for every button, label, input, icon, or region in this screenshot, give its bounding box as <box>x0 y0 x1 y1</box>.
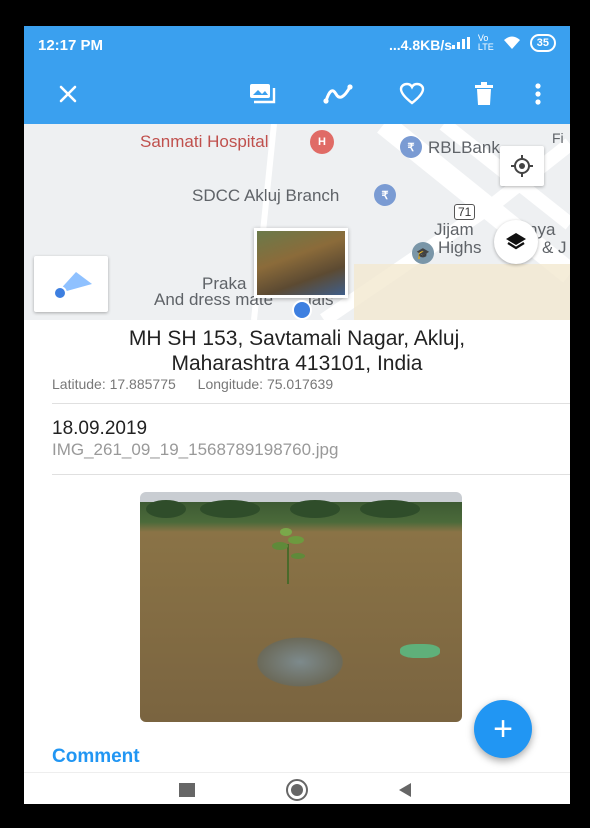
comment-link[interactable]: Comment <box>52 746 140 768</box>
map-label-school-3: Highs <box>438 238 482 257</box>
map-layers-button[interactable] <box>494 220 538 264</box>
divider <box>52 403 570 404</box>
map-label-poi-fi: Fi <box>552 130 564 146</box>
toolbar <box>24 64 570 124</box>
photo-marker-thumbnail[interactable] <box>254 228 348 298</box>
status-icons: Vo LTE 35 <box>451 33 556 52</box>
phone-screen: 12:17 PM ...4.8KB/s Vo LTE 35 Sanmati Ho… <box>24 26 570 804</box>
photo-tree <box>146 500 186 518</box>
delete-icon[interactable] <box>468 78 500 110</box>
map-view[interactable]: Sanmati Hospital H ₹ RBLBank SDCC Akluj … <box>24 124 570 320</box>
gallery-icon[interactable] <box>246 78 278 110</box>
target-icon <box>511 155 533 177</box>
photo-tree <box>200 500 260 518</box>
home-button[interactable] <box>282 779 312 801</box>
photo-tree <box>290 500 340 518</box>
compass-button[interactable] <box>34 256 108 312</box>
more-vert-icon[interactable] <box>522 78 554 110</box>
photo-tree <box>360 500 420 518</box>
address-block: MH SH 153, Savtamali Nagar, Akluj, Mahar… <box>24 326 570 376</box>
heart-icon[interactable] <box>396 78 428 110</box>
wifi-icon <box>503 36 520 49</box>
latitude-text: Latitude: 17.885775 <box>52 376 176 392</box>
branch-pin-icon[interactable]: ₹ <box>374 184 396 206</box>
status-bar: 12:17 PM ...4.8KB/s Vo LTE 35 <box>24 26 570 64</box>
road-number-badge: 71 <box>454 204 476 220</box>
map-label-bank: RBLBank <box>428 138 500 157</box>
back-triangle-icon <box>399 783 411 797</box>
photo-preview[interactable] <box>140 492 462 722</box>
map-label-school-4: & J <box>542 238 567 257</box>
my-location-button[interactable] <box>500 146 544 186</box>
map-label-hospital: Sanmati Hospital <box>140 132 269 151</box>
hospital-pin-icon[interactable]: H <box>310 130 334 154</box>
address-line-1: MH SH 153, Savtamali Nagar, Akluj, <box>128 327 466 350</box>
address-line-2: Maharashtra 413101, India <box>171 352 423 375</box>
map-label-branch: SDCC Akluj Branch <box>192 186 340 205</box>
recent-apps-button[interactable] <box>172 779 202 801</box>
close-icon[interactable] <box>52 78 84 110</box>
lte-icon: Vo LTE <box>477 33 494 52</box>
compass-direction-icon <box>53 272 92 300</box>
route-icon[interactable] <box>322 78 354 110</box>
network-speed: ...4.8KB/s <box>388 37 452 53</box>
square-icon <box>179 783 195 797</box>
home-circle-icon <box>286 779 308 801</box>
photo-sapling <box>272 528 305 584</box>
navigation-bar <box>24 772 570 804</box>
coordinates-row: Latitude: 17.885775 Longitude: 75.017639 <box>52 376 351 392</box>
location-dot <box>292 300 312 320</box>
school-pin-icon[interactable]: 🎓 <box>412 242 434 264</box>
bank-pin-icon[interactable]: ₹ <box>400 136 422 158</box>
longitude-text: Longitude: 75.017639 <box>197 376 334 392</box>
divider <box>52 474 570 475</box>
back-button[interactable] <box>390 779 420 801</box>
photo-plastic-bag <box>400 644 440 658</box>
status-time: 12:17 PM <box>38 37 104 54</box>
map-label-school-1: Jijam <box>434 220 474 239</box>
signal-icon <box>451 37 470 49</box>
photo-date: 18.09.2019 <box>52 418 148 439</box>
photo-filename: IMG_261_09_19_1568789198760.jpg <box>52 440 339 459</box>
add-fab-button[interactable]: + <box>474 700 532 758</box>
layers-icon <box>506 233 526 250</box>
battery-icon: 35 <box>529 34 556 52</box>
